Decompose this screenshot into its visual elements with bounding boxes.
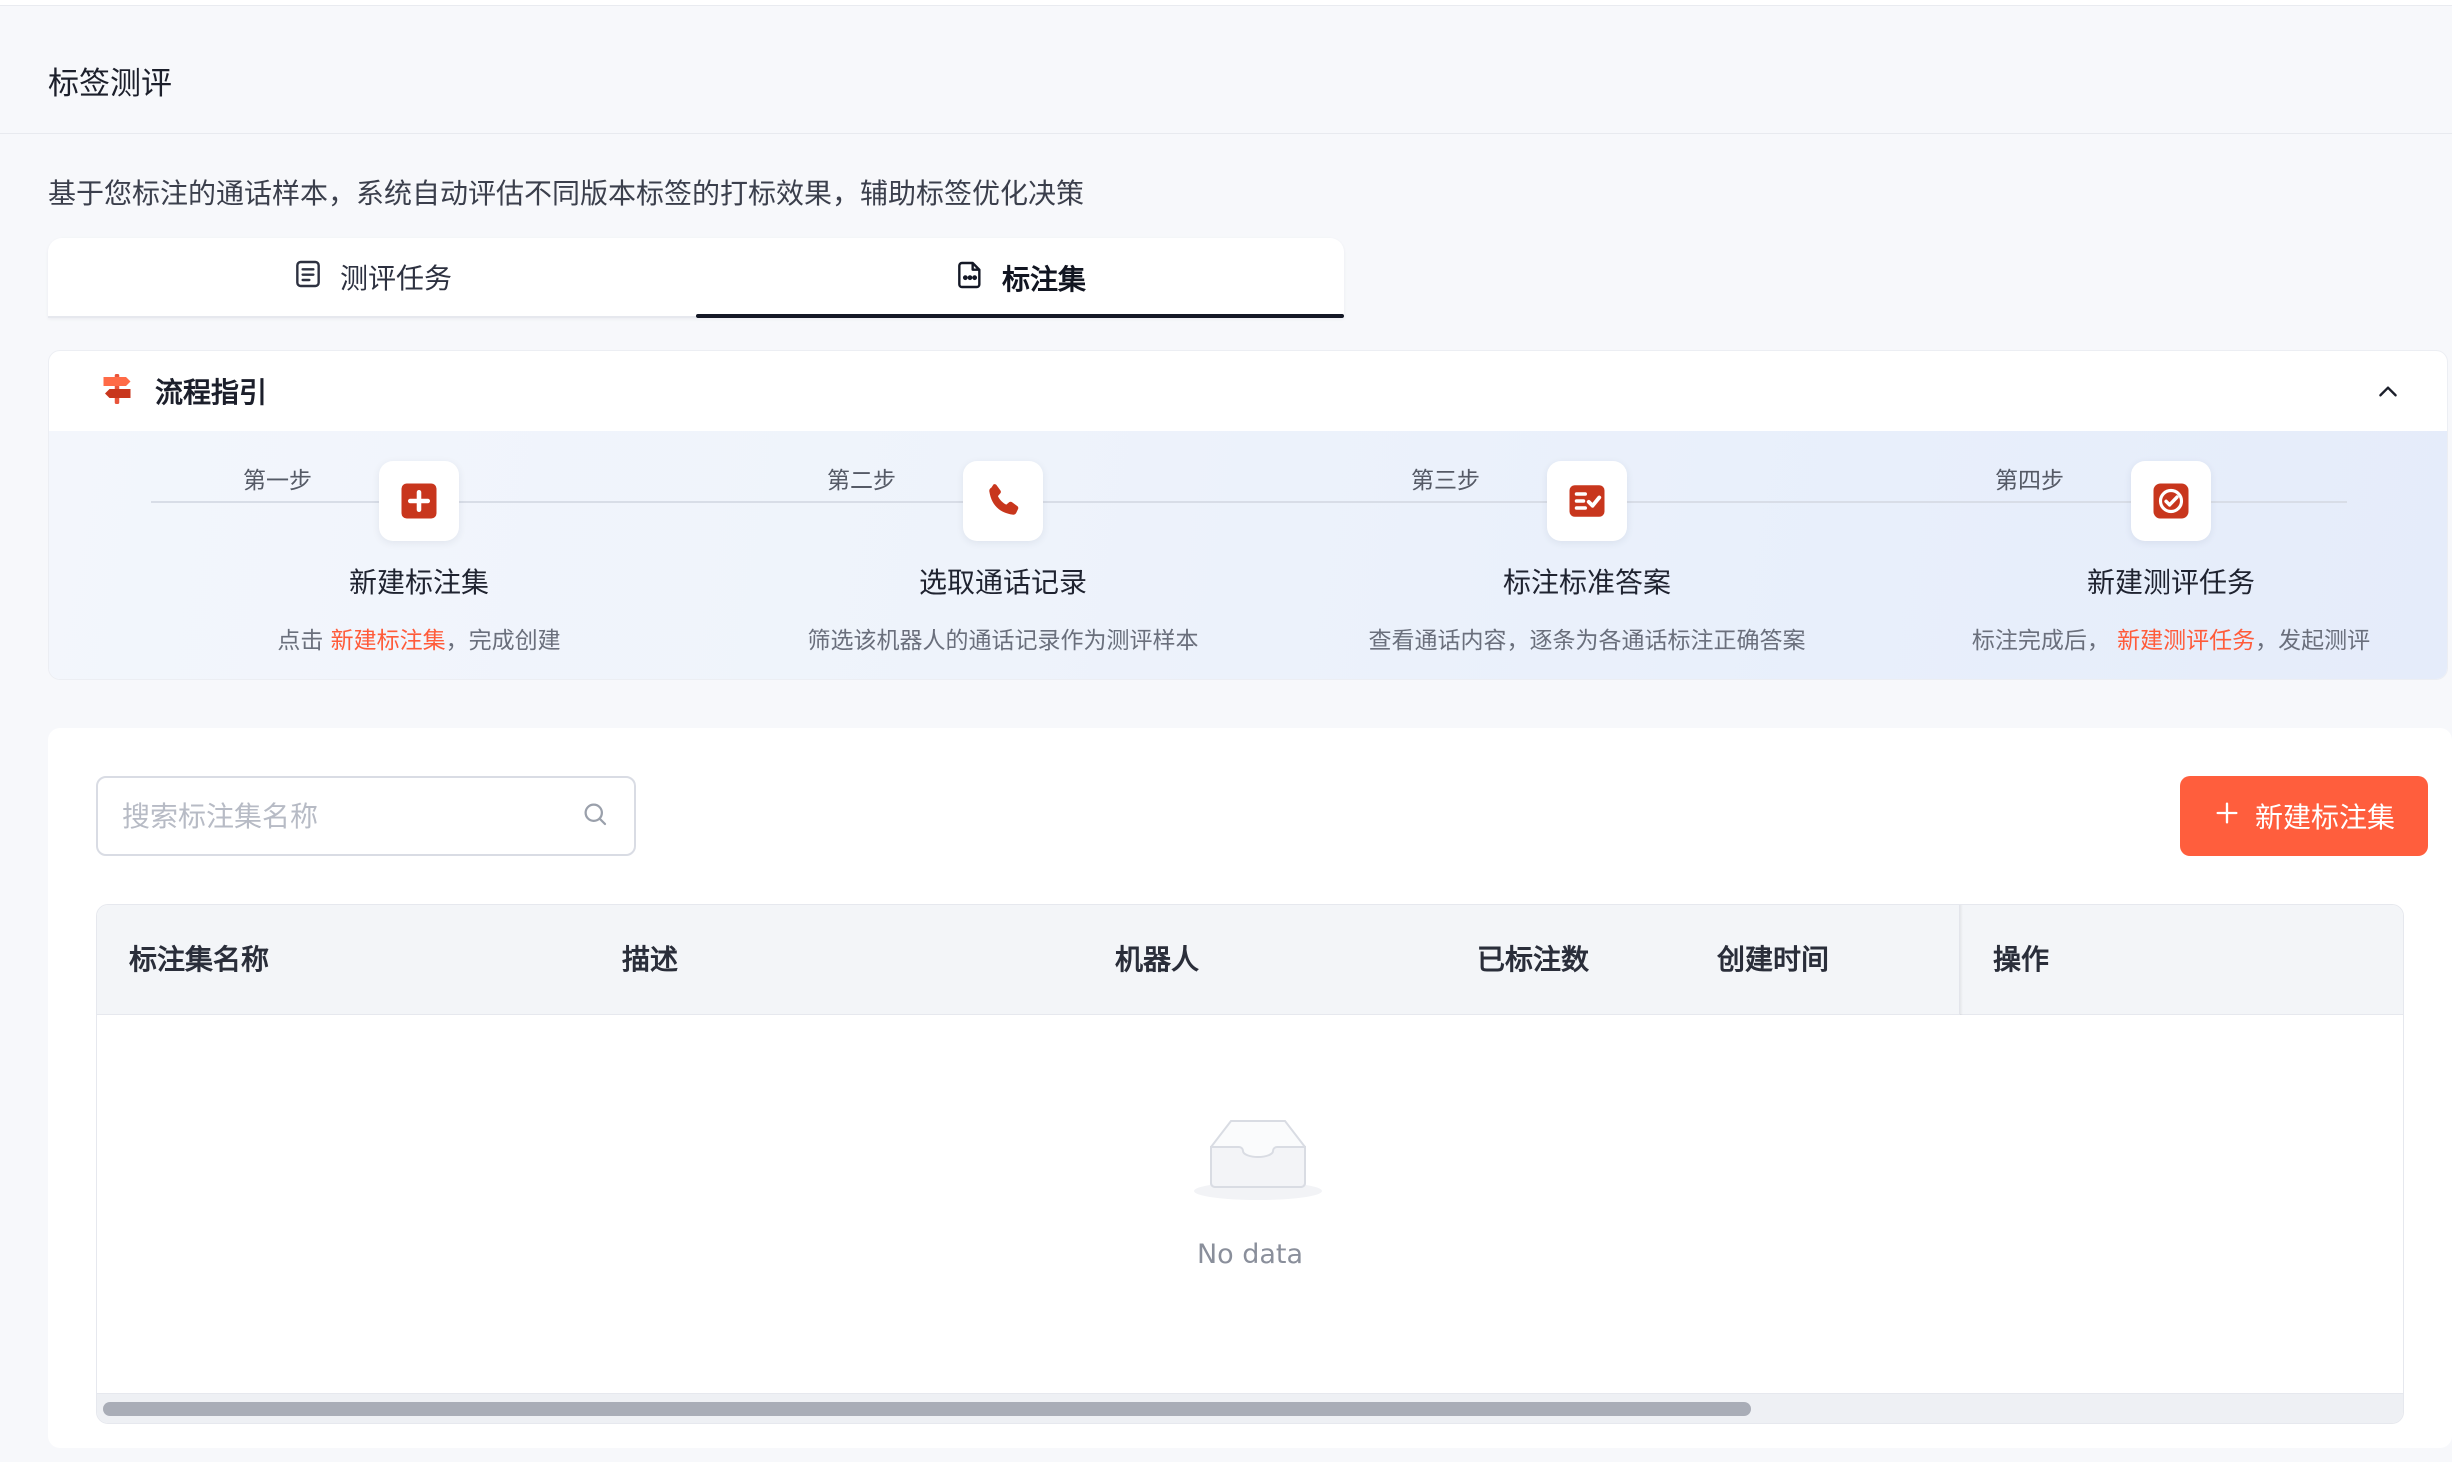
fixed-column-divider (1959, 905, 1963, 1015)
step-title: 选取通话记录 (918, 566, 1087, 599)
guide-header: 流程指引 (49, 351, 2447, 431)
step-description: 查看通话内容，逐条为各通话标注正确答案 (1368, 628, 1806, 654)
annotation-set-list-card: 新建标注集 标注集名称 描述 机器人 已标注数 创建时间 操作 No data (48, 728, 2452, 1448)
column-header-actions: 操作 (1993, 943, 2050, 976)
page-header: 标签测评 (0, 6, 2452, 134)
new-annotation-set-link[interactable]: 新建标注集 (331, 628, 446, 654)
table-header: 标注集名称 描述 机器人 已标注数 创建时间 操作 (97, 905, 2403, 1015)
empty-state: No data (97, 1015, 2403, 1375)
document-list-icon (292, 258, 324, 297)
step-description: 筛选该机器人的通话记录作为测评样本 (807, 628, 1199, 654)
chevron-up-icon[interactable] (2373, 377, 2403, 407)
plus-square-icon (379, 461, 459, 541)
guide-step-2: 第二步 选取通话记录 筛选该机器人的通话记录作为测评样本 (713, 431, 1293, 679)
step-title: 新建测评任务 (2086, 566, 2255, 599)
empty-inbox-icon (1193, 1113, 1323, 1205)
step-label: 第一步 (243, 468, 312, 494)
column-header-created-time: 创建时间 (1717, 943, 1830, 976)
file-dots-icon (954, 259, 986, 298)
step-label: 第四步 (1995, 468, 2064, 494)
step-title: 新建标注集 (348, 566, 489, 599)
guide-steps: 第一步 新建标注集 点击 新建标注集，完成创建 第二步 选取通话记录 筛选该机器… (49, 431, 2447, 679)
scrollbar-thumb[interactable] (103, 1402, 1751, 1416)
step-title: 标注标准答案 (1502, 566, 1671, 599)
tab-bar: 测评任务 标注集 (48, 238, 1344, 318)
page-description: 基于您标注的通话样本，系统自动评估不同版本标签的打标效果，辅助标签优化决策 (48, 177, 1085, 210)
phone-icon (963, 461, 1043, 541)
search-icon[interactable] (580, 799, 610, 833)
column-header-robot: 机器人 (1115, 943, 1200, 976)
empty-text: No data (1196, 1239, 1304, 1270)
new-button-label: 新建标注集 (2254, 801, 2395, 834)
search-input[interactable] (122, 799, 580, 833)
annotation-set-table: 标注集名称 描述 机器人 已标注数 创建时间 操作 No data (96, 904, 2404, 1424)
column-header-annotated-count: 已标注数 (1477, 943, 1590, 976)
search-box (96, 776, 636, 856)
guide-step-1: 第一步 新建标注集 点击 新建标注集，完成创建 (129, 431, 709, 679)
step-label: 第三步 (1411, 468, 1480, 494)
column-header-description: 描述 (622, 943, 679, 976)
horizontal-scrollbar[interactable] (97, 1393, 2403, 1423)
new-annotation-set-button[interactable]: 新建标注集 (2180, 776, 2428, 856)
guide-step-4: 第四步 新建测评任务 标注完成后， 新建测评任务，发起测评 (1881, 431, 2447, 679)
step-description: 点击 新建标注集，完成创建 (277, 628, 561, 654)
guide-step-3: 第三步 标注标准答案 查看通话内容，逐条为各通话标注正确答案 (1297, 431, 1877, 679)
tab-evaluation-tasks[interactable]: 测评任务 (48, 238, 696, 318)
process-guide-panel: 流程指引 第一步 新建标注集 点击 新建标注集，完成创建 第二步 选取通话记录 … (48, 350, 2448, 680)
column-header-name: 标注集名称 (129, 943, 270, 976)
plus-icon (2213, 799, 2241, 834)
guide-title: 流程指引 (155, 376, 268, 409)
check-circle-icon (2131, 461, 2211, 541)
new-evaluation-task-link[interactable]: 新建测评任务 (2117, 628, 2255, 654)
signpost-icon (99, 371, 135, 411)
page-title: 标签测评 (48, 66, 172, 102)
checklist-icon (1547, 461, 1627, 541)
step-label: 第二步 (827, 468, 896, 494)
tab-annotation-sets[interactable]: 标注集 (696, 238, 1344, 318)
step-description: 标注完成后， 新建测评任务，发起测评 (1971, 628, 2371, 654)
tab-label: 标注集 (1001, 263, 1086, 296)
tab-label: 测评任务 (339, 262, 452, 295)
